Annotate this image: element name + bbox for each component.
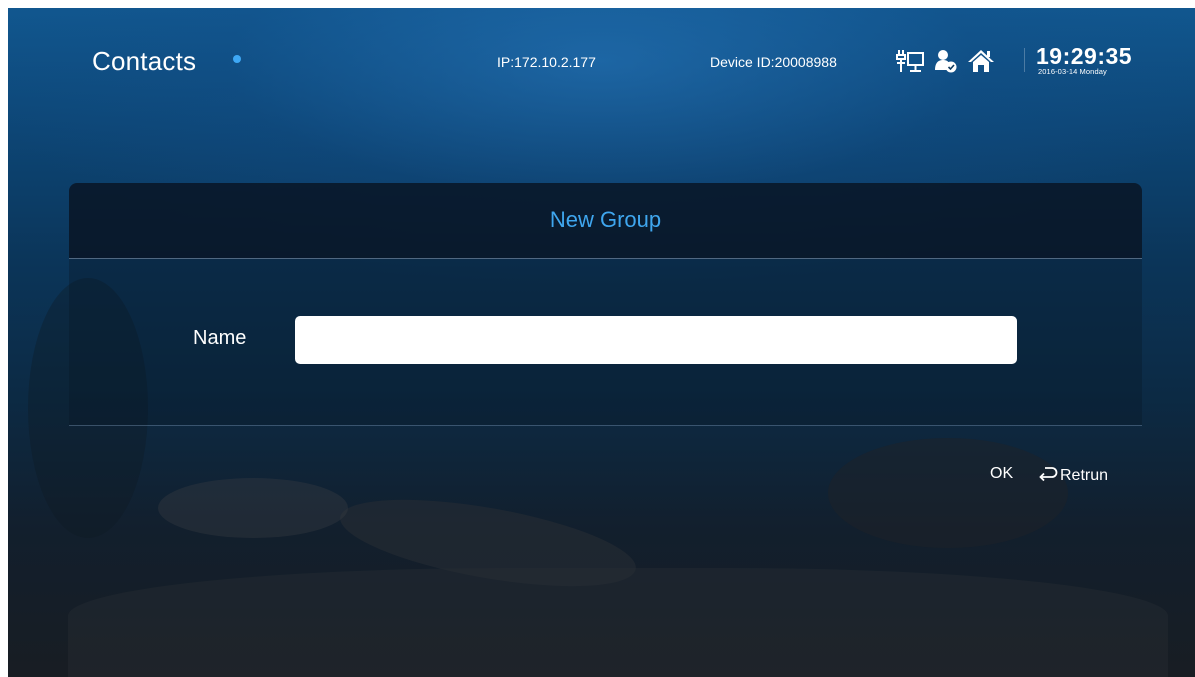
clock-time: 19:29:35 — [1036, 43, 1133, 69]
clock-date: 2016-03-14 Monday — [1038, 67, 1107, 76]
return-button[interactable]: Retrun — [1038, 465, 1108, 486]
new-group-dialog: New Group Name OK Retrun — [69, 183, 1142, 486]
divider — [1024, 48, 1025, 72]
background-photo — [158, 478, 348, 538]
home-icon[interactable] — [966, 48, 996, 79]
ip-address: IP:172.10.2.177 — [497, 54, 596, 70]
status-bar: Contacts IP:172.10.2.177 Device ID:20008… — [8, 8, 1195, 108]
app-title: Contacts — [92, 46, 197, 76]
return-label: Retrun — [1060, 466, 1109, 484]
app-screen: Contacts IP:172.10.2.177 Device ID:20008… — [8, 8, 1195, 677]
dialog-body: Name — [69, 259, 1142, 425]
name-label: Name — [193, 327, 247, 349]
dialog-header: New Group — [69, 183, 1142, 259]
device-id: Device ID:20008988 — [710, 54, 837, 70]
network-icon — [894, 48, 926, 79]
return-arrow-icon — [1038, 465, 1058, 486]
background-photo — [68, 568, 1168, 677]
user-status-icon — [933, 48, 959, 79]
title-dot — [233, 55, 241, 63]
ok-button[interactable]: OK — [990, 465, 1013, 483]
group-name-input[interactable] — [295, 316, 1017, 364]
dialog-divider — [69, 425, 1142, 426]
dialog-title: New Group — [549, 207, 662, 232]
